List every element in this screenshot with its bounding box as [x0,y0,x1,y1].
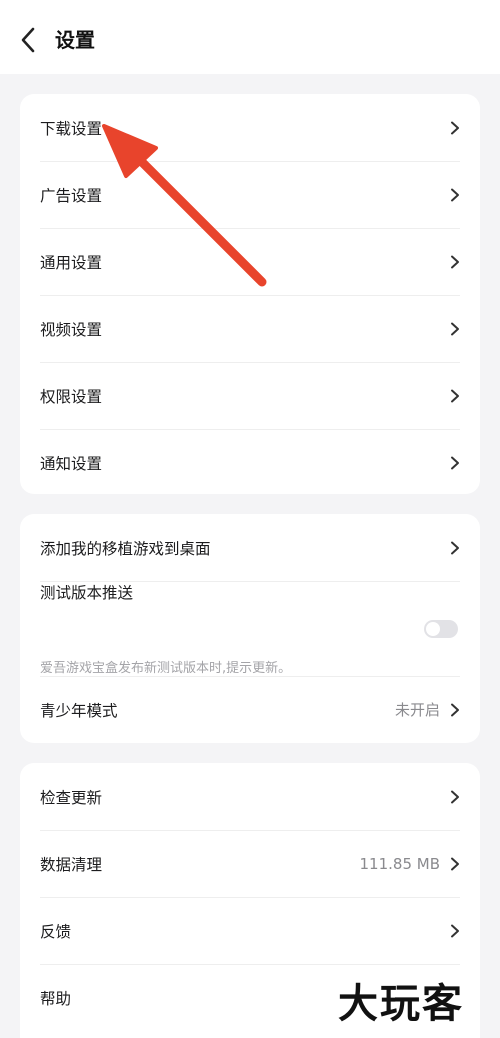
page-title: 设置 [55,28,95,52]
chevron-right-icon [450,857,460,871]
settings-page: 设置 下载设置 广告设置 通用设置 视频设置 权限设置 通知设置 添加我的移植游… [0,0,500,1038]
chevron-right-icon [450,255,460,269]
item-label: 测试版本推送 [40,584,134,602]
cache-size: 111.85 MB [359,854,441,873]
check-update-item[interactable]: 检查更新 [20,763,480,830]
data-clean-item[interactable]: 数据清理 111.85 MB [20,830,480,897]
notification-settings-item[interactable]: 通知设置 [20,429,480,494]
item-label: 数据清理 [40,855,103,874]
settings-group-2: 添加我的移植游戏到桌面 测试版本推送 爱吾游戏宝盒发布新测试版本时,提示更新。 … [20,514,480,743]
item-label: 青少年模式 [40,701,118,720]
item-label: 添加我的移植游戏到桌面 [40,539,211,558]
test-version-push-item: 测试版本推送 爱吾游戏宝盒发布新测试版本时,提示更新。 [20,581,480,676]
teen-mode-status: 未开启 [394,701,440,719]
item-label: 视频设置 [40,320,103,339]
chevron-right-icon [450,389,460,403]
feedback-item[interactable]: 反馈 [20,897,480,964]
back-button[interactable] [14,24,42,56]
chevron-right-icon [450,703,460,717]
test-push-toggle[interactable] [424,619,458,638]
chevron-right-icon [450,456,460,470]
item-label: 下载设置 [40,119,103,138]
ad-settings-item[interactable]: 广告设置 [20,161,480,228]
item-label: 广告设置 [40,186,103,205]
chevron-right-icon [450,188,460,202]
chevron-right-icon [450,322,460,336]
item-description: 爱吾游戏宝盒发布新测试版本时,提示更新。 [40,661,292,676]
chevron-right-icon [450,924,460,938]
general-settings-item[interactable]: 通用设置 [20,228,480,295]
add-to-desktop-item[interactable]: 添加我的移植游戏到桌面 [20,514,480,581]
watermark-logo: 大玩客 [338,980,464,1027]
item-label: 检查更新 [40,788,103,807]
item-label: 权限设置 [40,387,103,406]
teen-mode-item[interactable]: 青少年模式 未开启 [20,676,480,743]
settings-group-1: 下载设置 广告设置 通用设置 视频设置 权限设置 通知设置 [20,94,480,494]
item-label: 反馈 [40,922,72,941]
download-settings-item[interactable]: 下载设置 [20,94,480,161]
top-bar: 设置 [0,0,500,74]
chevron-right-icon [450,541,460,555]
video-settings-item[interactable]: 视频设置 [20,295,480,362]
chevron-right-icon [450,121,460,135]
chevron-right-icon [450,790,460,804]
item-label: 通用设置 [40,253,103,272]
item-label: 通知设置 [40,454,103,473]
back-arrow-icon [21,27,35,53]
toggle-knob [426,621,440,636]
permission-settings-item[interactable]: 权限设置 [20,362,480,429]
